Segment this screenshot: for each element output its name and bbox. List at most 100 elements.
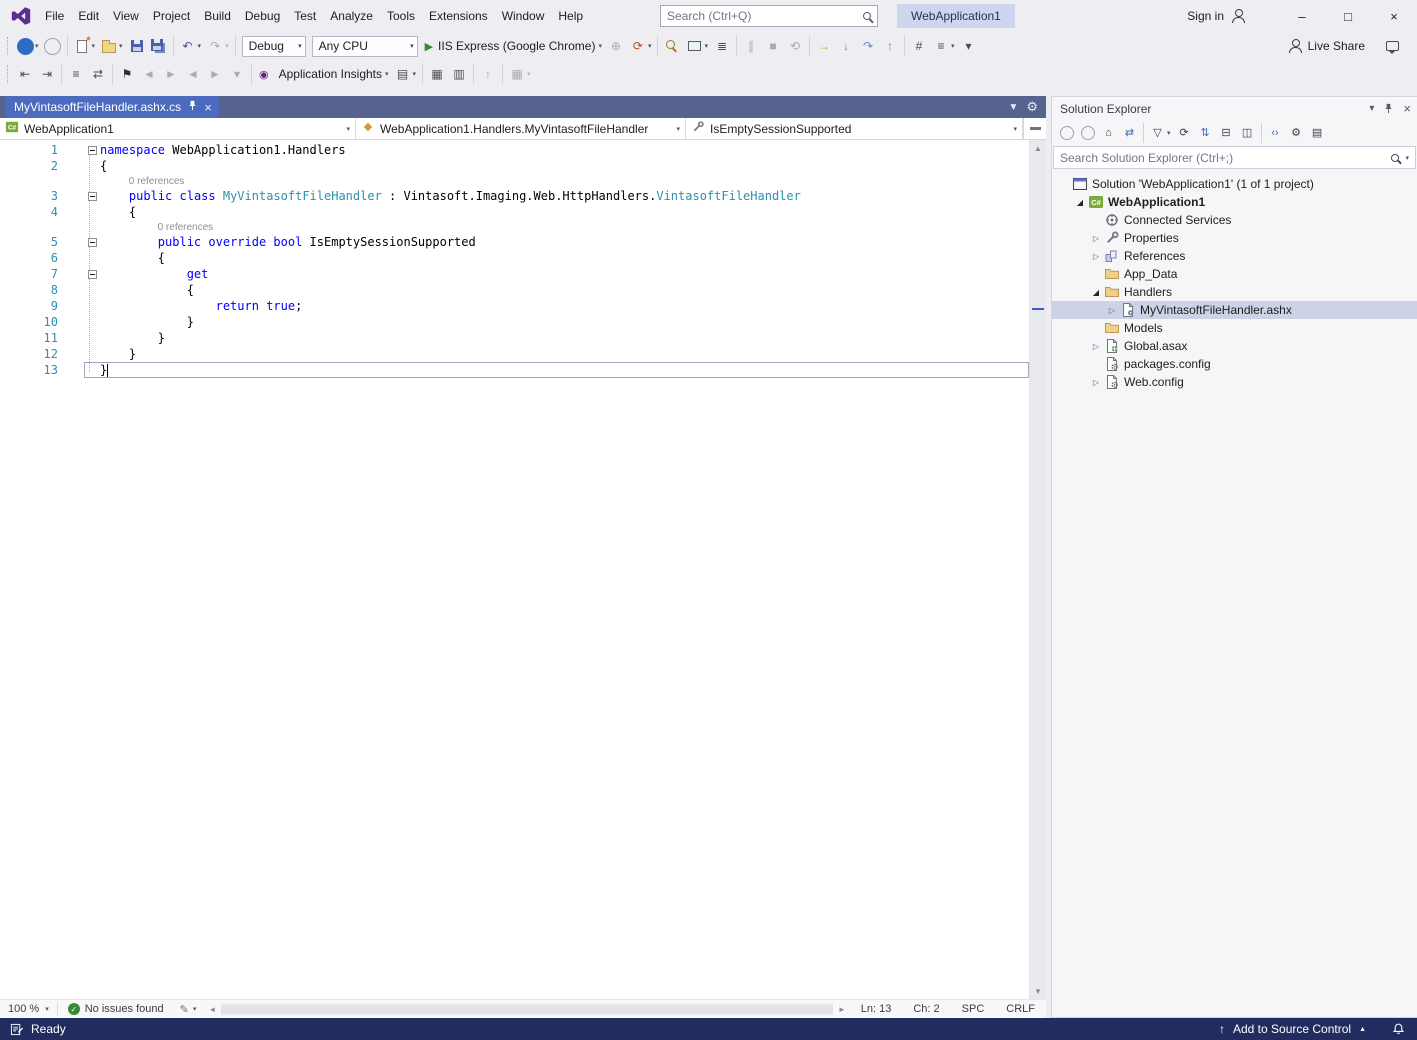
chevron-down-icon[interactable]: ▾	[92, 42, 96, 50]
syntax-visualizer-button[interactable]: #	[908, 34, 930, 58]
scroll-down-icon[interactable]: ▼	[1030, 983, 1046, 999]
chevron-up-icon[interactable]: ▲	[1359, 1026, 1366, 1033]
code-line-9[interactable]: 9 return true;	[0, 298, 1029, 314]
show-code-map-button[interactable]: ▥	[448, 62, 470, 86]
menu-window[interactable]: Window	[495, 6, 552, 26]
solution-configurations-combo[interactable]: Debug▾	[242, 36, 306, 57]
navigate-forward-button[interactable]	[42, 34, 64, 58]
previous-bookmark-button[interactable]: ◄	[138, 62, 160, 86]
chevron-down-icon[interactable]: ▾	[951, 42, 955, 50]
se-forward-button[interactable]	[1077, 122, 1098, 143]
chevron-down-icon[interactable]: ▾	[527, 70, 531, 78]
menu-debug[interactable]: Debug	[238, 6, 287, 26]
navigate-backward-button[interactable]	[14, 34, 36, 58]
se-home-button[interactable]: ⌂	[1098, 122, 1119, 143]
fold-collapse-icon[interactable]	[88, 146, 97, 155]
tree-item-models[interactable]: Models	[1052, 319, 1417, 337]
tree-item-solution-webapplication1-1-of-1-project[interactable]: Solution 'WebApplication1' (1 of 1 proje…	[1052, 175, 1417, 193]
menu-test[interactable]: Test	[287, 6, 323, 26]
chevron-down-icon[interactable]: ▾	[385, 70, 389, 78]
tree-item-app-data[interactable]: App_Data	[1052, 265, 1417, 283]
code-line-1[interactable]: 1namespace WebApplication1.Handlers	[0, 142, 1029, 158]
project-dropdown[interactable]: C# WebApplication1 ▾	[0, 118, 356, 139]
tree-item-myvintasoftfilehandler-ashx[interactable]: ▷MyVintasoftFileHandler.ashx	[1052, 301, 1417, 319]
code-cleanup-button[interactable]: ✎ ▾	[172, 1003, 205, 1016]
code-line-7[interactable]: 7 get	[0, 266, 1029, 282]
step-into-button[interactable]: ↓	[835, 34, 857, 58]
redo-button[interactable]: ↷	[204, 34, 226, 58]
codelens-references[interactable]: 0 references	[158, 221, 214, 234]
code-line-10[interactable]: 10 }	[0, 314, 1029, 330]
add-to-source-control-button[interactable]: Add to Source Control	[1233, 1022, 1351, 1036]
chevron-down-icon[interactable]: ▾	[648, 42, 652, 50]
step-out-button[interactable]: ↑	[879, 34, 901, 58]
menu-extensions[interactable]: Extensions	[422, 6, 495, 26]
expander-icon[interactable]: ▷	[1088, 234, 1104, 243]
scroll-up-icon[interactable]: ▲	[1030, 140, 1046, 156]
se-pending-changes-filter-button[interactable]: ▽	[1147, 122, 1168, 143]
se-collapse-all-button[interactable]: ⊟	[1216, 122, 1237, 143]
line-indicator[interactable]: Ln: 13	[850, 1003, 903, 1015]
tree-item-global-asax[interactable]: ▷Global.asax	[1052, 337, 1417, 355]
step-over-button[interactable]: ↷	[857, 34, 879, 58]
active-files-dropdown-icon[interactable]: ▼	[1008, 102, 1018, 113]
extensions-grid-button[interactable]: ▦	[506, 62, 528, 86]
fold-collapse-icon[interactable]	[88, 238, 97, 247]
send-feedback-button[interactable]	[1381, 34, 1403, 58]
toolbar-options-button[interactable]: ▾	[958, 34, 980, 58]
expander-icon[interactable]: ▷	[1088, 252, 1104, 261]
notifications-bell-icon[interactable]	[1392, 1022, 1405, 1036]
code-line-8[interactable]: 8 {	[0, 282, 1029, 298]
show-diagnostics-button[interactable]: ▦	[426, 62, 448, 86]
chevron-down-icon[interactable]: ▾	[35, 42, 39, 50]
tree-item-handlers[interactable]: ◢Handlers	[1052, 283, 1417, 301]
new-file-button[interactable]	[71, 34, 93, 58]
vertical-scrollbar[interactable]: ▲ ▼	[1029, 140, 1046, 999]
column-indicator[interactable]: Ch: 2	[902, 1003, 950, 1015]
chevron-down-icon[interactable]: ▾	[598, 42, 602, 50]
chevron-down-icon[interactable]: ▾	[704, 42, 708, 50]
chevron-down-icon[interactable]: ▾	[119, 42, 123, 50]
sign-in-button[interactable]: Sign in	[1187, 9, 1245, 23]
tree-item-properties[interactable]: ▷Properties	[1052, 229, 1417, 247]
restart-button[interactable]: ⟲	[784, 34, 806, 58]
codelens-row[interactable]: 0 references	[0, 174, 1029, 188]
stop-debugging-button[interactable]: ■	[762, 34, 784, 58]
break-all-button[interactable]: ∥	[740, 34, 762, 58]
solution-search-box[interactable]: ▾	[1053, 146, 1416, 169]
codelens-references[interactable]: 0 references	[129, 175, 185, 188]
next-bookmark-button[interactable]: ►	[160, 62, 182, 86]
menu-analyze[interactable]: Analyze	[323, 6, 380, 26]
task-list-button[interactable]: ≡	[930, 34, 952, 58]
code-line-6[interactable]: 6 {	[0, 250, 1029, 266]
close-tab-icon[interactable]: ×	[204, 101, 212, 114]
code-health-indicator[interactable]: ✓ No issues found	[60, 1003, 172, 1015]
hscroll-left-icon[interactable]: ◄	[204, 1005, 220, 1014]
expander-icon[interactable]: ◢	[1072, 198, 1088, 207]
expander-icon[interactable]: ▷	[1088, 342, 1104, 351]
start-debugging-button[interactable]: ▶IIS Express (Google Chrome)	[421, 34, 600, 58]
type-dropdown[interactable]: WebApplication1.Handlers.MyVintasoftFile…	[356, 118, 686, 139]
document-tab[interactable]: MyVintasoftFileHandler.ashx.cs ×	[5, 96, 219, 118]
tree-item-packages-config[interactable]: packages.config	[1052, 355, 1417, 373]
live-share-button[interactable]: Live Share	[1288, 39, 1365, 53]
application-insights-alerts-button[interactable]: ▤	[392, 62, 414, 86]
code-line-2[interactable]: 2{	[0, 158, 1029, 174]
toggle-bookmark-button[interactable]: ⚑	[116, 62, 138, 86]
find-in-files-button[interactable]	[661, 34, 683, 58]
se-preview-selected-button[interactable]: ◫	[1237, 122, 1258, 143]
parameter-info-button[interactable]: ⇄	[87, 62, 109, 86]
code-line-4[interactable]: 4 {	[0, 204, 1029, 220]
editor-options-gear-icon[interactable]: ⚙	[1026, 99, 1038, 115]
code-line-13[interactable]: 13}	[0, 362, 1029, 378]
application-insights-button[interactable]: ◉Application Insights	[255, 62, 386, 86]
code-line-5[interactable]: 5 public override bool IsEmptySessionSup…	[0, 234, 1029, 250]
show-next-statement-button[interactable]: →	[813, 34, 835, 58]
solution-search-input[interactable]	[1060, 151, 1385, 165]
pin-tab-icon[interactable]	[187, 100, 198, 114]
se-back-button[interactable]	[1056, 122, 1077, 143]
tree-item-web-config[interactable]: ▷Web.config	[1052, 373, 1417, 391]
solution-platforms-combo[interactable]: Any CPU▾	[312, 36, 418, 57]
maximize-button[interactable]: □	[1325, 0, 1371, 32]
menu-edit[interactable]: Edit	[71, 6, 106, 26]
